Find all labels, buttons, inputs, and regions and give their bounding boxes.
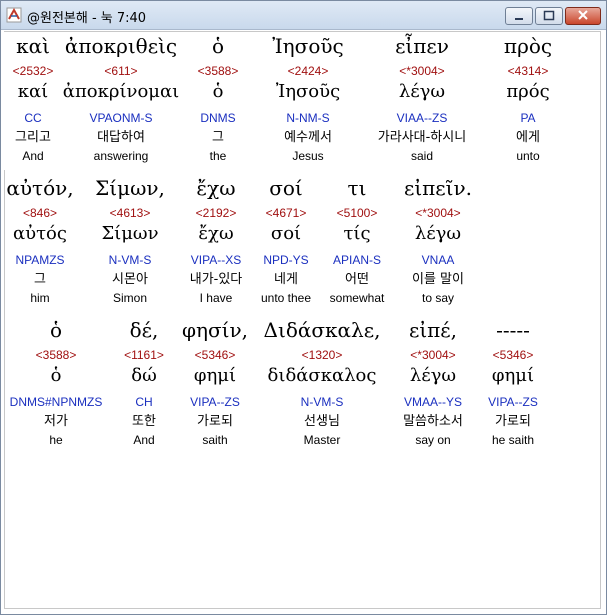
english-gloss: Jesus bbox=[292, 149, 324, 163]
window-title: @원전본해 - 눅 7:40 bbox=[27, 11, 147, 26]
strongs-number[interactable]: <5346> bbox=[155, 349, 275, 361]
strongs-number[interactable]: <4314> bbox=[468, 65, 588, 77]
maximize-button[interactable] bbox=[535, 7, 563, 25]
lemma: φημί bbox=[491, 365, 535, 386]
greek-word[interactable]: φησίν, bbox=[155, 320, 275, 340]
english-gloss: said bbox=[410, 149, 433, 163]
lemma: λέγω bbox=[414, 223, 462, 244]
english-gloss: Master bbox=[303, 433, 341, 447]
korean-gloss: 선생님 bbox=[304, 414, 340, 429]
korean-gloss: 에게 bbox=[516, 130, 540, 145]
english-gloss: he saith bbox=[491, 433, 535, 447]
greek-word[interactable]: Διδάσκαλε, bbox=[262, 320, 382, 340]
strongs-number[interactable]: <*3004> bbox=[362, 65, 482, 77]
app-logo-icon bbox=[6, 7, 22, 23]
korean-gloss: 가로되 bbox=[197, 414, 233, 429]
english-gloss: saith bbox=[202, 433, 228, 447]
parsing-code: VIPA--ZS bbox=[190, 395, 240, 409]
minimize-button[interactable] bbox=[505, 7, 533, 25]
greek-word[interactable]: ----- bbox=[453, 320, 573, 340]
korean-gloss: 이를 말이 bbox=[412, 272, 464, 287]
lemma: διδάσκαλος bbox=[267, 365, 377, 386]
parsing-code: PA bbox=[520, 111, 536, 125]
strongs-number[interactable]: <5346> bbox=[453, 349, 573, 361]
greek-word[interactable]: Ἰησοῦς bbox=[248, 36, 368, 56]
close-button[interactable] bbox=[565, 7, 601, 25]
parsing-code: N-VM-S bbox=[300, 395, 344, 409]
maximize-icon bbox=[543, 10, 555, 21]
parsing-code: VIAA--ZS bbox=[396, 111, 448, 125]
lemma: φημί bbox=[193, 365, 237, 386]
parsing-code: VNAA bbox=[421, 253, 455, 267]
greek-word[interactable]: πρὸς bbox=[468, 36, 588, 56]
greek-word[interactable]: εἰπεῖν. bbox=[378, 178, 498, 198]
english-gloss: unto bbox=[516, 149, 540, 163]
korean-gloss: 가로되 bbox=[495, 414, 531, 429]
korean-gloss: 가라사대-하시니 bbox=[377, 130, 467, 145]
lemma: πρός bbox=[506, 81, 550, 102]
strongs-number[interactable]: <*3004> bbox=[378, 207, 498, 219]
minimize-icon bbox=[515, 18, 523, 20]
strongs-number[interactable]: <2424> bbox=[248, 65, 368, 77]
strongs-number[interactable]: <1320> bbox=[262, 349, 382, 361]
korean-gloss: 예수께서 bbox=[284, 130, 332, 145]
greek-word[interactable]: εἶπεν bbox=[362, 36, 482, 56]
parsing-code: VIPA--ZS bbox=[488, 395, 538, 409]
parsing-code: N-NM-S bbox=[286, 111, 330, 125]
lemma: Ἰησοῦς bbox=[275, 81, 341, 102]
title-bar[interactable]: @원전본해 - 눅 7:40 bbox=[1, 1, 606, 30]
close-icon bbox=[578, 10, 588, 20]
lemma: λέγω bbox=[398, 81, 446, 102]
english-gloss: to say bbox=[421, 291, 454, 305]
